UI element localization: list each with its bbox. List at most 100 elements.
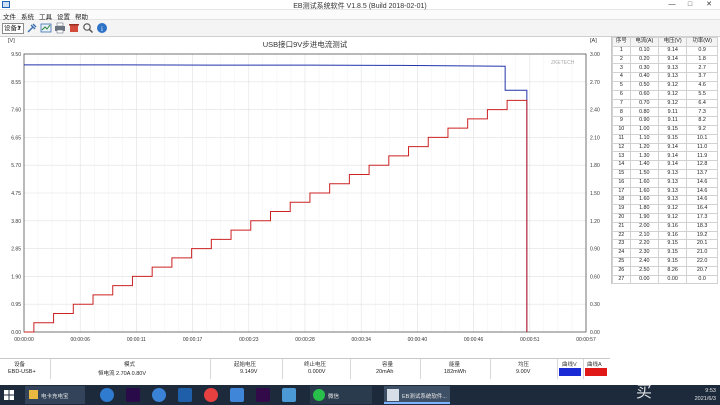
left-tick-label: 4.75	[11, 191, 21, 197]
title-bar: EB测试系统软件 V1.8.5 (Build 2018-02-01) — □ ✕	[0, 0, 720, 10]
premiere-pro-icon[interactable]	[256, 388, 270, 402]
cell-power: 7.3	[686, 107, 718, 118]
curve-a-color-button[interactable]	[585, 368, 607, 376]
cell-index: 3	[612, 63, 631, 74]
table-row[interactable]: 1 0.10 9.14 0.9	[612, 45, 718, 56]
table-row[interactable]: 26 2.50 8.26 20.7	[612, 265, 718, 276]
cell-voltage: 9.15	[657, 239, 688, 250]
taskbar-wechat-label: 微信	[328, 394, 340, 400]
taskbar-folder-app[interactable]: 电卡充电宝	[25, 386, 85, 404]
cell-index: 12	[612, 142, 631, 153]
right-tick-label: 1.20	[590, 219, 600, 225]
cell-current: 1.30	[629, 151, 660, 162]
table-row[interactable]: 17 1.60 9.13 14.6	[612, 186, 718, 197]
cell-power: 0.9	[686, 45, 718, 56]
left-tick-label: 9.50	[11, 52, 21, 58]
summary-header-avg-voltage: 均压	[518, 362, 530, 368]
cell-voltage: 9.13	[657, 63, 688, 74]
table-row[interactable]: 9 0.90 9.11 8.2	[612, 116, 718, 126]
col-header-index: 序号	[612, 37, 631, 47]
connect-icon[interactable]	[26, 22, 38, 34]
table-row[interactable]: 18 1.60 9.13 14.6	[612, 195, 718, 206]
minimize-button[interactable]: —	[664, 0, 680, 10]
table-row[interactable]: 13 1.30 9.14 11.9	[612, 151, 718, 162]
cell-index: 5	[612, 80, 631, 91]
cell-voltage: 9.13	[657, 195, 688, 206]
clear-icon[interactable]	[68, 22, 80, 34]
print-icon[interactable]	[54, 22, 66, 34]
cell-voltage: 9.16	[657, 221, 688, 232]
device-select[interactable]: 设备1 ▼	[2, 23, 24, 34]
table-row[interactable]: 10 1.00 9.15 9.2	[612, 124, 718, 135]
cell-index: 1	[612, 45, 631, 56]
cell-index: 24	[612, 248, 631, 258]
sogou-icon[interactable]	[100, 388, 114, 402]
table-row[interactable]: 5 0.50 9.12 4.6	[612, 80, 718, 91]
table-row[interactable]: 2 0.20 9.14 1.8	[612, 54, 718, 65]
table-row[interactable]: 21 2.00 9.16 18.3	[612, 221, 718, 232]
cell-current: 1.50	[629, 168, 660, 179]
cell-power: 14.6	[686, 177, 718, 188]
table-row[interactable]: 6 0.60 9.12 5.5	[612, 89, 718, 100]
table-row[interactable]: 12 1.20 9.14 11.0	[612, 142, 718, 153]
table-row[interactable]: 3 0.30 9.13 2.7	[612, 63, 718, 74]
chrome-icon[interactable]	[204, 388, 218, 402]
close-button[interactable]: ✕	[701, 0, 717, 10]
chart-icon[interactable]	[40, 22, 52, 34]
table-row[interactable]: 14 1.40 9.14 12.8	[612, 160, 718, 170]
maximize-button[interactable]: □	[682, 0, 698, 10]
cell-power: 5.5	[686, 89, 718, 100]
cell-power: 8.2	[686, 116, 718, 126]
wechat-icon	[313, 389, 325, 401]
taskbar-wechat[interactable]: 微信	[310, 386, 372, 404]
table-row[interactable]: 4 0.40 9.13 3.7	[612, 72, 718, 82]
cell-power: 20.1	[686, 239, 718, 250]
x-tick-label: 00:00:34	[351, 337, 371, 343]
right-tick-label: 3.00	[590, 52, 600, 58]
cell-index: 18	[612, 195, 631, 206]
summary-device: EBD-USB+	[8, 369, 36, 375]
x-tick-label: 00:00:23	[239, 337, 259, 343]
cell-current: 2.20	[629, 239, 660, 250]
taskbar: 电卡充电宝 微信 EB测试系统软件... 9:53 2021/6/3	[0, 385, 720, 405]
cell-power: 4.6	[686, 80, 718, 91]
voltage-series-line	[24, 64, 528, 332]
table-row[interactable]: 27 0.00 0.00 0.0	[612, 274, 718, 285]
photos-icon[interactable]	[178, 388, 192, 402]
table-row[interactable]: 23 2.20 9.15 20.1	[612, 239, 718, 250]
table-row[interactable]: 20 1.90 9.12 17.3	[612, 212, 718, 223]
cell-voltage: 9.14	[657, 54, 688, 65]
cell-current: 0.60	[629, 89, 660, 100]
table-row[interactable]: 11 1.10 9.15 10.1	[612, 133, 718, 144]
curve-v-color-button[interactable]	[559, 368, 581, 376]
right-axis-unit: [A]	[590, 38, 597, 44]
left-tick-label: 0.95	[11, 302, 21, 308]
browser-icon[interactable]	[152, 388, 166, 402]
cell-current: 1.60	[629, 186, 660, 197]
table-row[interactable]: 24 2.30 9.15 21.0	[612, 248, 718, 258]
info-icon[interactable]: i	[96, 22, 108, 34]
cell-voltage: 9.14	[657, 151, 688, 162]
windows-start-icon[interactable]	[4, 390, 14, 400]
table-row[interactable]: 16 1.60 9.13 14.6	[612, 177, 718, 188]
table-row[interactable]: 7 0.70 9.12 6.4	[612, 98, 718, 109]
zoom-icon[interactable]	[82, 22, 94, 34]
taskbar-active-app[interactable]: EB测试系统软件...	[384, 386, 450, 404]
mail-icon[interactable]	[230, 388, 244, 402]
table-row[interactable]: 19 1.80 9.12 16.4	[612, 204, 718, 214]
brand-watermark: ZKETECH	[551, 60, 575, 66]
cell-power: 13.7	[686, 168, 718, 179]
cell-current: 1.10	[629, 133, 660, 144]
summary-avg-voltage: 9.00V	[516, 369, 531, 375]
x-tick-label: 00:00:17	[183, 337, 203, 343]
cell-current: 2.50	[629, 265, 660, 276]
premiere-icon[interactable]	[126, 388, 140, 402]
table-row[interactable]: 22 2.10 9.16 19.2	[612, 230, 718, 241]
cell-index: 19	[612, 204, 631, 214]
table-row[interactable]: 15 1.50 9.13 13.7	[612, 168, 718, 179]
bird-app-icon[interactable]	[282, 388, 296, 402]
table-row[interactable]: 25 2.40 9.15 22.0	[612, 256, 718, 267]
table-row[interactable]: 8 0.80 9.11 7.3	[612, 107, 718, 118]
x-tick-label: 00:00:28	[295, 337, 315, 343]
cell-index: 10	[612, 124, 631, 135]
